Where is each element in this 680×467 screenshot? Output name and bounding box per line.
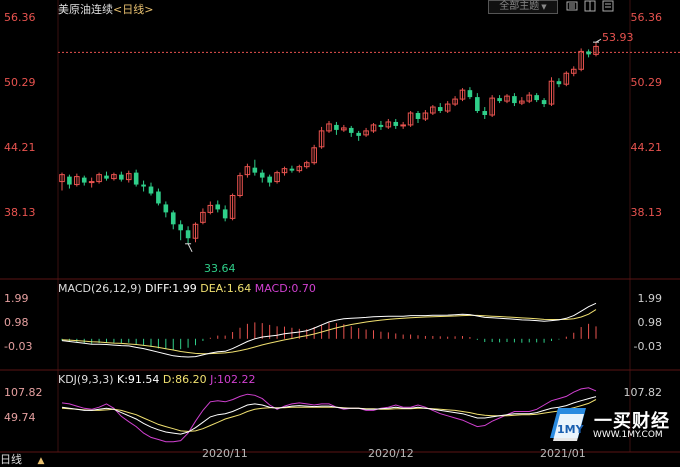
x-axis-label: 2021/01 bbox=[540, 447, 586, 460]
candle-body bbox=[81, 177, 87, 183]
low-price-label: 33.64 bbox=[204, 262, 236, 275]
candle-body bbox=[141, 184, 146, 187]
candle-body bbox=[133, 172, 139, 185]
candle-body bbox=[156, 191, 161, 204]
candle-body bbox=[267, 176, 272, 183]
candle-body bbox=[67, 176, 72, 185]
period-toggle[interactable]: 日线 ▲ bbox=[0, 451, 60, 466]
brand-url: WWW.1MY.COM bbox=[593, 430, 663, 440]
candle-body bbox=[467, 90, 473, 98]
candle-body bbox=[400, 124, 406, 127]
candle-body bbox=[289, 168, 295, 171]
candle-body bbox=[415, 113, 421, 119]
candle-body bbox=[163, 204, 169, 213]
candle-body bbox=[356, 132, 361, 136]
price-chart[interactable] bbox=[0, 0, 680, 466]
candle-body bbox=[556, 81, 562, 85]
candle-body bbox=[259, 172, 265, 178]
candle-body bbox=[482, 111, 488, 115]
candle-body bbox=[586, 51, 591, 55]
candle-body bbox=[185, 230, 191, 239]
candle-body bbox=[178, 224, 183, 231]
candle-body bbox=[497, 98, 502, 102]
x-axis-label: 2020/12 bbox=[368, 447, 414, 460]
logo-badge-text: 1MY bbox=[557, 423, 585, 436]
candle-body bbox=[170, 212, 176, 225]
candle-body bbox=[378, 124, 384, 127]
candle-body bbox=[334, 124, 339, 130]
candle-body bbox=[475, 97, 480, 112]
candle-body bbox=[348, 127, 354, 133]
candle-body bbox=[104, 175, 109, 179]
candle-body bbox=[222, 209, 228, 219]
chevron-up-icon: ▲ bbox=[37, 456, 45, 466]
candle-body bbox=[119, 174, 124, 180]
candle-body bbox=[252, 167, 258, 173]
candle-body bbox=[215, 204, 221, 210]
candle-body bbox=[393, 121, 399, 126]
candle-body bbox=[534, 95, 539, 101]
candle-body bbox=[437, 107, 443, 112]
high-price-label: 53.93 bbox=[602, 31, 634, 44]
low-marker-pointer bbox=[187, 243, 193, 253]
candle-body bbox=[541, 100, 547, 105]
candle-body bbox=[148, 186, 154, 194]
candle-body bbox=[512, 96, 517, 104]
x-axis-label: 2020/11 bbox=[202, 447, 248, 460]
period-toggle-label: 日线 bbox=[0, 453, 22, 466]
candle-body bbox=[88, 181, 95, 184]
